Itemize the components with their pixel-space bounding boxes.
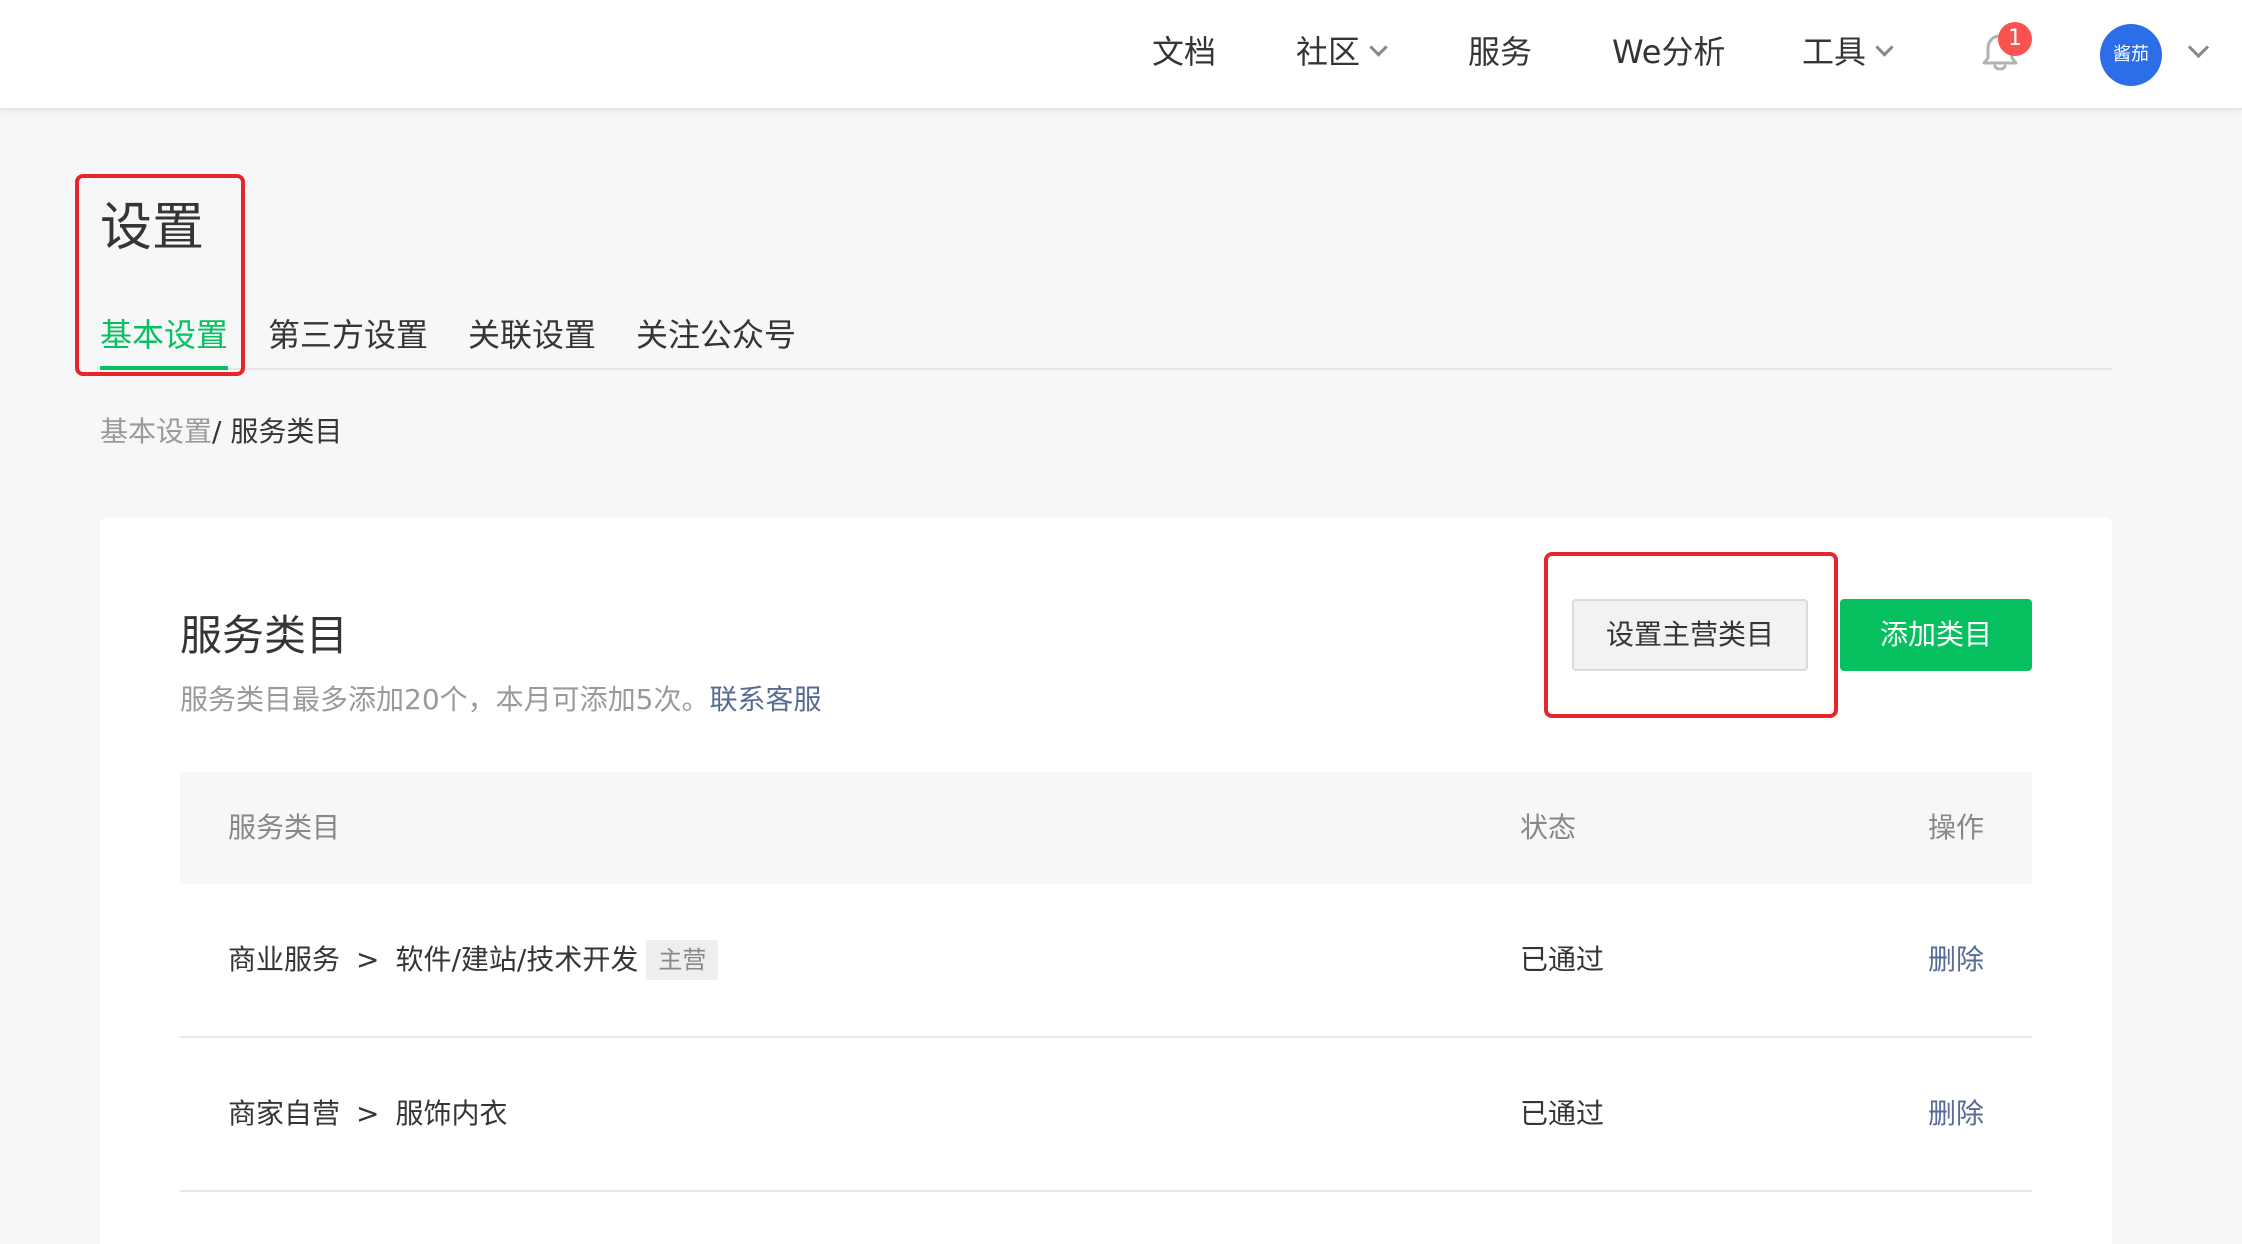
- account-chevron-down-icon[interactable]: [2187, 36, 2210, 59]
- nav-item-label: 社区: [1296, 33, 1361, 71]
- nav-item-label: 工具: [1802, 33, 1867, 71]
- settings-tabs: 基本设置 第三方设置 关联设置 关注公众号: [100, 310, 2112, 370]
- delete-link[interactable]: 删除: [1928, 884, 1984, 1036]
- nav-item-community[interactable]: 社区: [1296, 28, 1388, 76]
- column-header-status: 状态: [1520, 811, 1577, 844]
- category-level2: 软件/建站/技术开发: [395, 943, 639, 976]
- column-header-action: 操作: [1928, 811, 1985, 844]
- nav-item-we-analysis[interactable]: We分析: [1612, 28, 1725, 76]
- avatar[interactable]: 酱茄: [2100, 24, 2162, 86]
- top-nav-bar: 文档 社区 服务 We分析 工具 1 酱茄: [0, 0, 2242, 110]
- category-level1: 商业服务: [228, 943, 341, 976]
- notification-badge: 1: [1998, 22, 2032, 56]
- tab-association-settings[interactable]: 关联设置: [468, 310, 596, 360]
- category-cell: 商家自营 > 服饰内衣: [228, 1038, 508, 1190]
- category-cell: 商业服务 > 软件/建站/技术开发 主营: [228, 884, 719, 1036]
- nav-item-label: We分析: [1612, 33, 1726, 71]
- table-row: 商家自营 > 服饰内衣 已通过 删除: [180, 1038, 2032, 1192]
- tab-third-party-settings[interactable]: 第三方设置: [268, 310, 428, 360]
- nav-item-label: 服务: [1468, 33, 1533, 71]
- nav-item-tools[interactable]: 工具: [1802, 28, 1894, 76]
- status-cell: 已通过: [1520, 1097, 1605, 1130]
- card-description: 服务类目最多添加20个，本月可添加5次。联系客服: [180, 680, 821, 720]
- tab-follow-official-account[interactable]: 关注公众号: [636, 310, 796, 360]
- breadcrumb-separator: /: [212, 415, 231, 448]
- chevron-down-icon: [1369, 37, 1388, 57]
- chevron-down-icon: [1875, 37, 1894, 57]
- add-category-button[interactable]: 添加类目: [1840, 599, 2032, 671]
- status-cell: 已通过: [1520, 943, 1605, 976]
- nav-item-services[interactable]: 服务: [1468, 28, 1532, 76]
- breadcrumb: 基本设置/ 服务类目: [100, 410, 342, 454]
- category-level1: 商家自营: [228, 1097, 341, 1130]
- main-category-tag: 主营: [646, 940, 719, 980]
- category-table: 服务类目 状态 操作 商业服务 > 软件/建站/技术开发 主营 已通过 删除 商…: [180, 772, 2032, 1192]
- highlight-box-set-main-category: [1544, 552, 1838, 718]
- category-arrow: >: [356, 1097, 380, 1130]
- nav-item-label: 文档: [1152, 33, 1217, 71]
- contact-support-link[interactable]: 联系客服: [709, 683, 821, 716]
- highlight-box-settings: [75, 174, 245, 376]
- nav-item-docs[interactable]: 文档: [1152, 28, 1216, 76]
- delete-link[interactable]: 删除: [1928, 1038, 1984, 1190]
- breadcrumb-current: 服务类目: [230, 415, 343, 448]
- table-row: 商业服务 > 软件/建站/技术开发 主营 已通过 删除: [180, 884, 2032, 1038]
- category-arrow: >: [356, 943, 380, 976]
- table-header: 服务类目 状态 操作: [180, 772, 2032, 884]
- category-level2: 服饰内衣: [395, 1097, 508, 1130]
- card-title: 服务类目: [180, 611, 349, 660]
- breadcrumb-parent[interactable]: 基本设置: [100, 415, 212, 448]
- column-header-category: 服务类目: [228, 811, 341, 844]
- card-description-text: 服务类目最多添加20个，本月可添加5次。: [180, 683, 710, 716]
